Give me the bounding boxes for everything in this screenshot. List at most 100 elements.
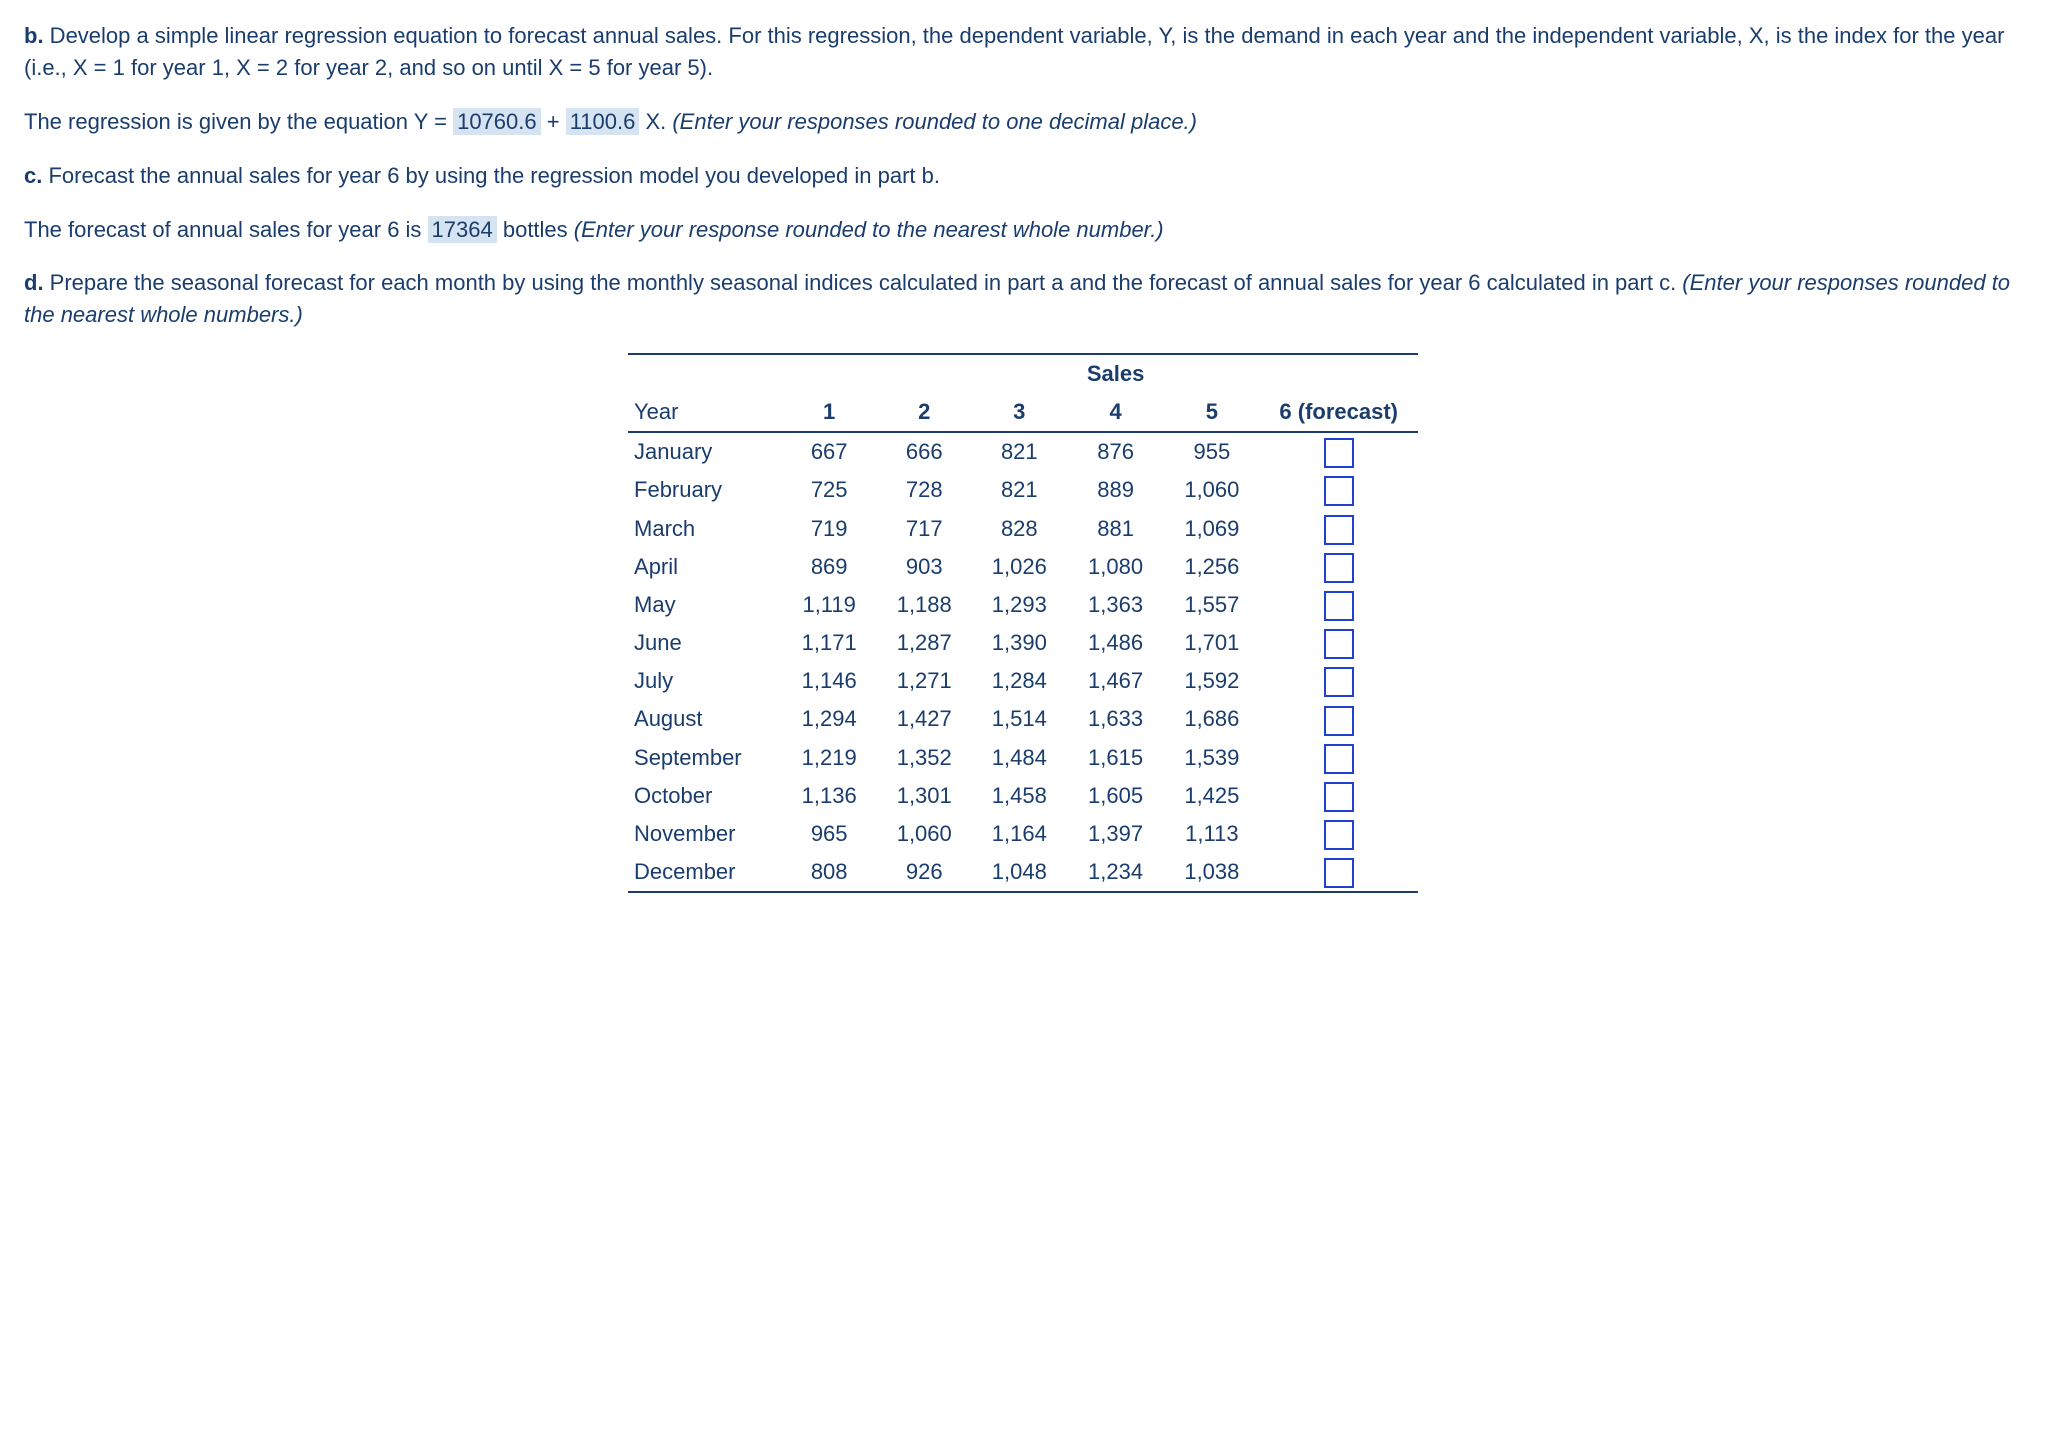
partc-suffix: bottles <box>497 217 574 242</box>
forecast-cell <box>1259 432 1418 471</box>
sales-cell: 1,256 <box>1164 548 1259 586</box>
forecast-input[interactable] <box>1324 553 1354 583</box>
sales-cell: 1,234 <box>1067 853 1165 892</box>
forecast-input[interactable] <box>1324 744 1354 774</box>
col-1: 1 <box>782 393 877 432</box>
forecast-input[interactable] <box>1324 858 1354 888</box>
part-b-hint: (Enter your responses rounded to one dec… <box>672 109 1197 134</box>
sales-cell: 1,287 <box>877 624 972 662</box>
sales-cell: 1,425 <box>1164 777 1259 815</box>
sales-cell: 1,467 <box>1067 662 1165 700</box>
part-d-label: d. <box>24 270 44 295</box>
forecast-cell <box>1259 662 1418 700</box>
sales-cell: 725 <box>782 471 877 509</box>
forecast-cell <box>1259 739 1418 777</box>
sales-cell: 1,164 <box>972 815 1067 853</box>
sales-cell: 1,188 <box>877 586 972 624</box>
table-row: March7197178288811,069 <box>628 509 1418 547</box>
col-2: 2 <box>877 393 972 432</box>
forecast-cell <box>1259 853 1418 892</box>
col-4: 4 <box>1067 393 1165 432</box>
sales-cell: 1,484 <box>972 739 1067 777</box>
sales-cell: 1,293 <box>972 586 1067 624</box>
sales-cell: 889 <box>1067 471 1165 509</box>
sales-cell: 1,284 <box>972 662 1067 700</box>
forecast-cell <box>1259 471 1418 509</box>
sales-cell: 1,605 <box>1067 777 1165 815</box>
col-6-forecast: 6 (forecast) <box>1259 393 1418 432</box>
forecast-cell <box>1259 548 1418 586</box>
part-c-prompt: c. Forecast the annual sales for year 6 … <box>24 160 2022 192</box>
sales-cell: 828 <box>972 509 1067 547</box>
col-3: 3 <box>972 393 1067 432</box>
sales-cell: 1,026 <box>972 548 1067 586</box>
part-d-prompt: d. Prepare the seasonal forecast for eac… <box>24 267 2022 331</box>
part-b-label: b. <box>24 23 44 48</box>
sales-cell: 1,397 <box>1067 815 1165 853</box>
sales-cell: 1,514 <box>972 700 1067 738</box>
col-5: 5 <box>1164 393 1259 432</box>
sales-cell: 1,592 <box>1164 662 1259 700</box>
sales-cell: 1,686 <box>1164 700 1259 738</box>
sales-cell: 728 <box>877 471 972 509</box>
month-label: January <box>628 432 782 471</box>
sales-cell: 1,363 <box>1067 586 1165 624</box>
eq-plus: + <box>541 109 566 134</box>
forecast-input[interactable] <box>1324 476 1354 506</box>
month-label: June <box>628 624 782 662</box>
forecast-input[interactable] <box>1324 667 1354 697</box>
month-label: September <box>628 739 782 777</box>
sales-cell: 876 <box>1067 432 1165 471</box>
sales-cell: 1,219 <box>782 739 877 777</box>
eq-prefix: The regression is given by the equation … <box>24 109 453 134</box>
forecast-input[interactable] <box>1324 438 1354 468</box>
sales-cell: 1,146 <box>782 662 877 700</box>
year6-forecast-value: 17364 <box>428 216 497 243</box>
sales-table: Sales Year 1 2 3 4 5 6 (forecast) Januar… <box>628 353 1418 893</box>
forecast-input[interactable] <box>1324 782 1354 812</box>
forecast-input[interactable] <box>1324 515 1354 545</box>
table-row: August1,2941,4271,5141,6331,686 <box>628 700 1418 738</box>
sales-cell: 1,271 <box>877 662 972 700</box>
sales-cell: 1,080 <box>1067 548 1165 586</box>
table-row: November9651,0601,1641,3971,113 <box>628 815 1418 853</box>
sales-cell: 1,458 <box>972 777 1067 815</box>
forecast-input[interactable] <box>1324 820 1354 850</box>
part-c-label: c. <box>24 163 42 188</box>
sales-cell: 1,048 <box>972 853 1067 892</box>
forecast-cell <box>1259 700 1418 738</box>
partc-prefix: The forecast of annual sales for year 6 … <box>24 217 428 242</box>
part-b-prompt: b. Develop a simple linear regression eq… <box>24 20 2022 84</box>
forecast-input[interactable] <box>1324 706 1354 736</box>
forecast-input[interactable] <box>1324 591 1354 621</box>
sales-cell: 821 <box>972 432 1067 471</box>
eq-suffix: X. <box>639 109 672 134</box>
sales-cell: 881 <box>1067 509 1165 547</box>
sales-cell: 821 <box>972 471 1067 509</box>
table-row: October1,1361,3011,4581,6051,425 <box>628 777 1418 815</box>
forecast-cell <box>1259 586 1418 624</box>
sales-cell: 719 <box>782 509 877 547</box>
sales-cell: 1,136 <box>782 777 877 815</box>
sales-cell: 1,557 <box>1164 586 1259 624</box>
sales-cell: 1,615 <box>1067 739 1165 777</box>
forecast-cell <box>1259 509 1418 547</box>
forecast-input[interactable] <box>1324 629 1354 659</box>
table-row: April8699031,0261,0801,256 <box>628 548 1418 586</box>
month-label: December <box>628 853 782 892</box>
sales-cell: 808 <box>782 853 877 892</box>
table-row: September1,2191,3521,4841,6151,539 <box>628 739 1418 777</box>
intercept-value: 10760.6 <box>453 108 541 135</box>
part-c-text: Forecast the annual sales for year 6 by … <box>42 163 940 188</box>
table-row: February7257288218891,060 <box>628 471 1418 509</box>
sales-cell: 926 <box>877 853 972 892</box>
sales-cell: 1,060 <box>1164 471 1259 509</box>
sales-cell: 1,069 <box>1164 509 1259 547</box>
table-row: May1,1191,1881,2931,3631,557 <box>628 586 1418 624</box>
table-row: July1,1461,2711,2841,4671,592 <box>628 662 1418 700</box>
sales-cell: 1,060 <box>877 815 972 853</box>
sales-cell: 869 <box>782 548 877 586</box>
part-d-text: Prepare the seasonal forecast for each m… <box>44 270 1683 295</box>
sales-cell: 717 <box>877 509 972 547</box>
month-label: August <box>628 700 782 738</box>
